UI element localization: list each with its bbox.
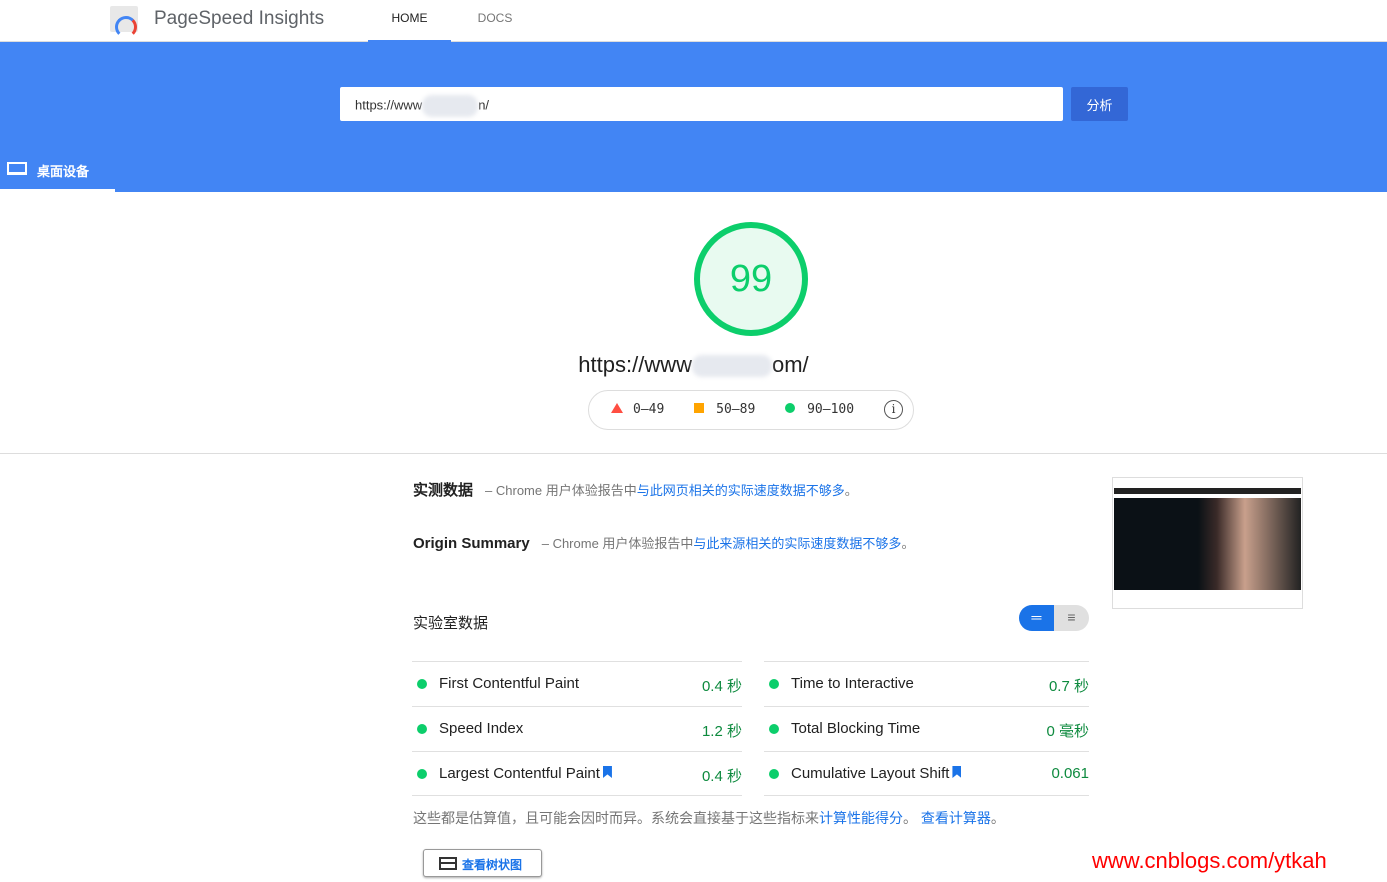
- watermark: www.cnblogs.com/ytkah: [1092, 848, 1327, 873]
- url-prefix: https://www: [355, 97, 423, 113]
- score-gauge: 99: [694, 222, 808, 336]
- metric-label: Cumulative Layout Shift: [791, 765, 950, 782]
- field-data-section: 实测数据 – Chrome 用户体验报告中与此网页相关的实际速度数据不够多。: [413, 479, 858, 500]
- report-url-prefix: https://www: [578, 352, 692, 377]
- pass-dot-icon: [769, 679, 779, 689]
- legend-average: 50–89: [716, 402, 756, 417]
- divider: [412, 795, 742, 796]
- divider: [0, 453, 1387, 454]
- metric-label: First Contentful Paint: [439, 675, 580, 692]
- field-data-text: Chrome 用户体验报告中: [495, 483, 637, 498]
- legend-fail: 0–49: [633, 402, 665, 417]
- pagespeed-logo-icon: [110, 6, 138, 38]
- period: 。: [844, 483, 858, 498]
- metric-fcp: First Contentful Paint 0.4 秒: [412, 661, 742, 706]
- report-url: https://www om/: [0, 352, 1387, 378]
- score-calc-link[interactable]: 计算性能得分: [819, 810, 903, 826]
- top-bar: PageSpeed Insights HOME DOCS: [0, 0, 1387, 42]
- url-input[interactable]: https://www n/: [340, 87, 1063, 121]
- info-icon[interactable]: i: [884, 400, 903, 419]
- circle-icon: [785, 403, 796, 413]
- expanded-view-icon[interactable]: ≡: [1054, 605, 1089, 631]
- metric-value: 0.4 秒: [701, 768, 742, 785]
- dash: –: [541, 536, 549, 551]
- treemap-label: 查看树状图: [462, 858, 523, 872]
- calculator-link[interactable]: 查看计算器: [921, 810, 991, 826]
- metric-value: 0.4 秒: [701, 678, 742, 695]
- pass-dot-icon: [417, 769, 427, 779]
- note-sep: 。: [903, 810, 921, 826]
- metric-value: 0 毫秒: [1046, 723, 1089, 740]
- note-text: 这些都是估算值，且可能会因时而异。系统会直接基于这些指标来: [413, 810, 819, 826]
- analyze-button[interactable]: 分析: [1071, 87, 1128, 121]
- metric-tbt: Total Blocking Time 0 毫秒: [764, 706, 1089, 751]
- metric-label: Time to Interactive: [791, 675, 914, 692]
- divider: [764, 795, 1089, 796]
- dash: –: [485, 483, 493, 498]
- treemap-icon: [439, 857, 457, 870]
- tab-desktop-label: 桌面设备: [37, 164, 90, 179]
- pass-dot-icon: [769, 769, 779, 779]
- redacted-blur: [692, 355, 772, 378]
- origin-link[interactable]: 与此来源相关的实际速度数据不够多: [693, 536, 901, 551]
- bookmark-icon: [952, 766, 962, 778]
- brand-title: PageSpeed Insights: [154, 8, 325, 29]
- metrics-view-toggle[interactable]: ═ ≡: [1019, 605, 1089, 631]
- period: 。: [990, 810, 1005, 826]
- tab-desktop[interactable]: 桌面设备: [0, 150, 115, 192]
- thumbnail-image: [1114, 498, 1301, 590]
- metric-value: 1.2 秒: [701, 723, 742, 740]
- page-screenshot-thumbnail: [1112, 477, 1303, 609]
- pass-dot-icon: [417, 679, 427, 689]
- pass-dot-icon: [769, 724, 779, 734]
- metric-cls: Cumulative Layout Shift 0.061: [764, 751, 1089, 796]
- square-icon: [694, 403, 705, 413]
- triangle-icon: [611, 403, 623, 413]
- metric-lcp: Largest Contentful Paint 0.4 秒: [412, 751, 742, 796]
- estimate-note: 这些都是估算值，且可能会因时而异。系统会直接基于这些指标来计算性能得分。 查看计…: [413, 808, 1005, 828]
- nav-docs[interactable]: DOCS: [460, 0, 530, 42]
- score-legend: 0–49 50–89 90–100 i: [588, 390, 914, 430]
- metric-label: Speed Index: [439, 720, 524, 737]
- origin-text: Chrome 用户体验报告中: [552, 536, 694, 551]
- pass-dot-icon: [417, 724, 427, 734]
- nav-home[interactable]: HOME: [368, 0, 451, 42]
- thumbnail-nav: [1114, 488, 1301, 494]
- field-data-title: 实测数据: [413, 482, 474, 499]
- report-url-suffix: om/: [772, 352, 809, 377]
- field-data-link[interactable]: 与此网页相关的实际速度数据不够多: [637, 483, 845, 498]
- metric-label: Total Blocking Time: [791, 720, 921, 737]
- legend-pass: 90–100: [807, 402, 855, 417]
- view-treemap-button[interactable]: 查看树状图: [423, 849, 542, 877]
- metric-value: 0.061: [1051, 765, 1089, 782]
- metric-label: Largest Contentful Paint: [439, 765, 600, 782]
- metric-tti: Time to Interactive 0.7 秒: [764, 661, 1089, 706]
- bookmark-icon: [602, 766, 612, 778]
- origin-summary-section: Origin Summary – Chrome 用户体验报告中与此来源相关的实际速…: [413, 533, 914, 552]
- metric-si: Speed Index 1.2 秒: [412, 706, 742, 751]
- url-suffix: n/: [478, 97, 490, 113]
- lab-data-title: 实验室数据: [413, 615, 489, 632]
- compact-view-icon[interactable]: ═: [1019, 605, 1054, 631]
- metrics-grid: First Contentful Paint 0.4 秒 Time to Inte…: [412, 661, 1089, 796]
- redacted-blur: [422, 95, 479, 117]
- origin-summary-title: Origin Summary: [413, 535, 530, 552]
- laptop-icon: [7, 162, 27, 175]
- period: 。: [901, 536, 915, 551]
- metric-value: 0.7 秒: [1048, 678, 1089, 695]
- hero: https://www n/ 分析 桌面设备: [0, 42, 1387, 192]
